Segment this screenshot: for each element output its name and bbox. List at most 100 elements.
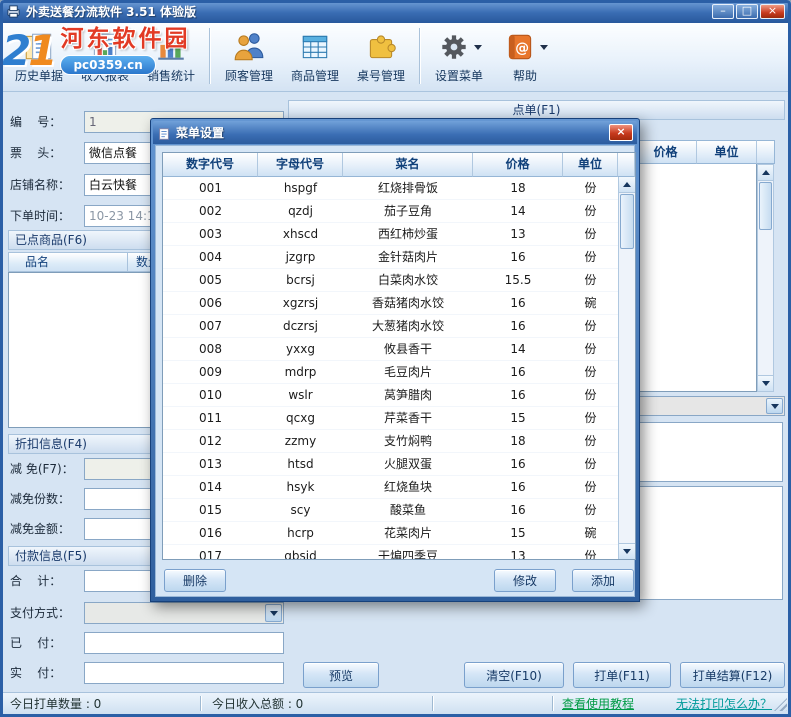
dialog-close-icon[interactable]: × [609,124,633,141]
menu-settings-dialog: 菜单设置 × 数字代号 字母代号 菜名 价格 单位 001hspgf红烧排骨饭1… [150,118,640,602]
resize-grip[interactable] [774,698,787,711]
minimize-button[interactable]: – [712,4,734,19]
menu-cell: 006 [163,292,258,314]
dropdown-arrow-icon[interactable] [540,45,548,50]
menu-col-number-code[interactable]: 数字代号 [163,153,258,177]
menu-table-row[interactable]: 008yxxg攸县香干14份 [163,338,618,361]
menu-cell: 003 [163,223,258,245]
menu-table-row[interactable]: 007dczrsj大葱猪肉水饺16份 [163,315,618,338]
total-label: 合 计： [10,570,61,592]
menu-table-row[interactable]: 015scy酸菜鱼16份 [163,499,618,522]
clear-button[interactable]: 清空(F10) [464,662,564,688]
tutorial-link[interactable]: 查看使用教程 [562,696,634,712]
maximize-button[interactable]: □ [736,4,758,19]
payment-method-dropdown-icon[interactable] [265,604,282,622]
menu-cell: 香菇猪肉水饺 [343,292,473,314]
print-settle-button[interactable]: 打单结算(F12) [680,662,785,688]
dialog-icon [157,126,171,140]
menu-cell: 014 [163,476,258,498]
delete-button[interactable]: 删除 [164,569,226,592]
menu-cell: 红烧鱼块 [343,476,473,498]
menu-table-row[interactable]: 009mdrp毛豆肉片16份 [163,361,618,384]
scroll-up-icon[interactable] [619,177,635,193]
scrollbar-thumb[interactable] [759,182,772,230]
add-button[interactable]: 添加 [572,569,634,592]
toolbar-item-settings-menu[interactable]: 设置菜单 [426,26,492,88]
menu-cell: 002 [163,200,258,222]
dropdown-arrow-icon[interactable] [474,45,482,50]
menu-table-row[interactable]: 010wslr莴笋腊肉16份 [163,384,618,407]
menu-table-row[interactable]: 001hspgf红烧排骨饭18份 [163,177,618,200]
payment-method-combo[interactable] [84,602,284,624]
print-help-link[interactable]: 无法打印怎么办？ [676,696,772,712]
menu-table-row[interactable]: 011qcxg芹菜香干15份 [163,407,618,430]
titlebar[interactable]: 外卖送餐分流软件 3.51 体验版 – □ × [0,0,791,23]
menu-cell: 15 [473,522,563,544]
menu-table-row[interactable]: 012zzmy支竹焖鸭18份 [163,430,618,453]
statusbar: 今日打单数量 : 0 今日收入总额 : 0 查看使用教程 无法打印怎么办？ [0,692,791,714]
store-name-value: 白云快餐 [89,178,137,192]
site-watermark: 21 河东软件园 pc0359.cn [2,22,190,80]
menu-table-row[interactable]: 003xhscd西红柿炒蛋13份 [163,223,618,246]
actual-paid-input[interactable] [84,662,284,684]
app-window: 外卖送餐分流软件 3.51 体验版 – □ × 历史单据收入报表销售统计顾客管理… [0,0,791,717]
statusbar-separator [200,696,202,711]
menu-cell: 16 [473,384,563,406]
paid-input[interactable] [84,632,284,654]
customers-icon [232,30,266,64]
menu-cell: 005 [163,269,258,291]
toolbar-item-label: 顾客管理 [225,67,273,84]
menu-table-scrollbar[interactable] [618,177,635,559]
menu-cell: 红烧排骨饭 [343,177,473,199]
menu-cell: 16 [473,315,563,337]
scroll-down-icon[interactable] [758,375,773,391]
order-panel-scrollbar[interactable] [757,164,774,392]
menu-cell: 15 [473,407,563,429]
income-today-status: 今日收入总额 : 0 [212,696,303,712]
ticket-header-label: 票 头： [10,142,61,164]
menu-cell: 芹菜香干 [343,407,473,429]
modify-button[interactable]: 修改 [494,569,556,592]
toolbar-item-table-mgmt[interactable]: 桌号管理 [348,26,414,88]
menu-cell: dczrsj [258,315,343,337]
toolbar-item-help[interactable]: @帮助 [492,26,558,88]
menu-table-rows: 001hspgf红烧排骨饭18份002qzdj茄子豆角14份003xhscd西红… [163,177,618,559]
menu-cell: hsyk [258,476,343,498]
order-panel-col-price[interactable]: 价格 [635,140,697,164]
ordered-items-col-name[interactable]: 品名 [8,252,128,272]
menu-table-row[interactable]: 016hcrp花菜肉片15碗 [163,522,618,545]
menu-cell: 茄子豆角 [343,200,473,222]
menu-col-unit[interactable]: 单位 [563,153,618,177]
order-panel-title: 点单(F1) [288,100,785,120]
menu-table-row[interactable]: 002qzdj茄子豆角14份 [163,200,618,223]
menu-cell: 16 [473,246,563,268]
menu-cell: 004 [163,246,258,268]
toolbar-item-product-mgmt[interactable]: 商品管理 [282,26,348,88]
print-button[interactable]: 打单(F11) [573,662,671,688]
menu-cell: 份 [563,246,618,268]
menu-table-row[interactable]: 005bcrsj白菜肉水饺15.5份 [163,269,618,292]
menu-table-row[interactable]: 014hsyk红烧鱼块16份 [163,476,618,499]
menu-cell: 13 [473,545,563,559]
menu-table-row[interactable]: 004jzgrp金针菇肉片16份 [163,246,618,269]
toolbar-item-customer-mgmt[interactable]: 顾客管理 [216,26,282,88]
scrollbar-thumb[interactable] [620,194,634,249]
menu-cell: 009 [163,361,258,383]
menu-table-row[interactable]: 006xgzrsj香菇猪肉水饺16碗 [163,292,618,315]
order-panel-combo-dropdown-icon[interactable] [766,398,783,414]
preview-button[interactable]: 预览 [303,662,379,688]
scroll-down-icon[interactable] [619,543,635,559]
discount-amount-label: 减免金额： [10,518,70,540]
scroll-up-icon[interactable] [758,165,773,181]
menu-table-row[interactable]: 013htsd火腿双蛋16份 [163,453,618,476]
menu-cell: hcrp [258,522,343,544]
menu-col-dish-name[interactable]: 菜名 [343,153,473,177]
menu-col-letter-code[interactable]: 字母代号 [258,153,343,177]
menu-table-row[interactable]: 017gbsjd干煸四季豆13份 [163,545,618,559]
close-button[interactable]: × [760,4,785,19]
menu-col-price[interactable]: 价格 [473,153,563,177]
order-panel-col-unit[interactable]: 单位 [697,140,757,164]
menu-cell: 份 [563,499,618,521]
dialog-titlebar[interactable]: 菜单设置 × [153,121,637,144]
order-time-label: 下单时间： [10,205,70,227]
